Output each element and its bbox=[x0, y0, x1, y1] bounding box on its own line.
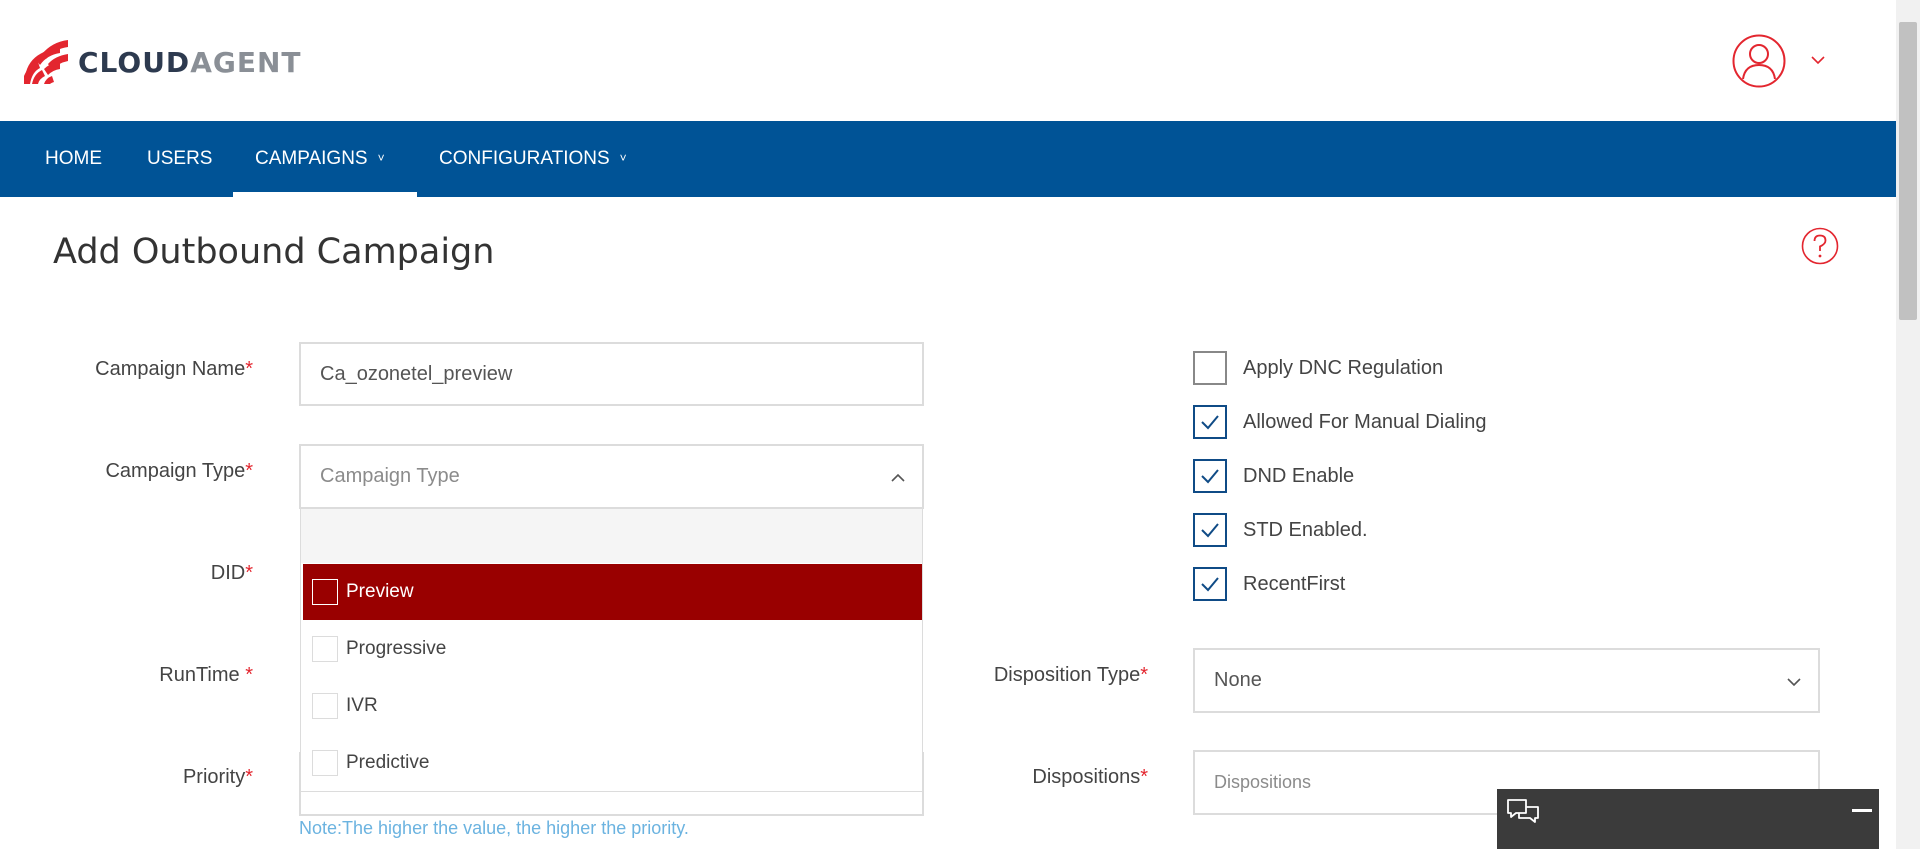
campaign-type-placeholder: Campaign Type bbox=[320, 465, 460, 487]
disposition-type-label-text: Disposition Type bbox=[993, 664, 1141, 686]
campaign-name-label-text: Campaign Name bbox=[95, 358, 246, 380]
checkbox-label: Allowed For Manual Dialing bbox=[1243, 410, 1487, 433]
checkbox-label: RecentFirst bbox=[1243, 572, 1346, 595]
required-asterisk: * bbox=[245, 664, 253, 686]
required-asterisk: * bbox=[245, 460, 253, 482]
checkmark-icon bbox=[1201, 577, 1219, 592]
checkbox-dnd-enable[interactable]: DND Enable bbox=[1193, 459, 1354, 493]
runtime-label: RunTime * bbox=[33, 664, 253, 687]
chat-bubbles-icon[interactable] bbox=[1505, 796, 1541, 832]
chevron-up-icon bbox=[891, 473, 905, 482]
user-avatar-icon[interactable] bbox=[1732, 34, 1786, 88]
checkbox-label: STD Enabled. bbox=[1243, 518, 1368, 541]
checkbox-std-enabled[interactable]: STD Enabled. bbox=[1193, 513, 1368, 547]
minimize-icon[interactable] bbox=[1852, 809, 1872, 812]
campaign-type-select[interactable]: Campaign Type bbox=[299, 444, 924, 509]
checkbox-checked[interactable] bbox=[1193, 567, 1227, 601]
priority-label: Priority* bbox=[33, 766, 253, 789]
checkbox-checked[interactable] bbox=[1193, 513, 1227, 547]
checkbox-label: Apply DNC Regulation bbox=[1243, 356, 1444, 379]
option-checkbox[interactable] bbox=[312, 579, 338, 605]
scrollbar-thumb[interactable] bbox=[1899, 22, 1917, 320]
chat-widget-bar[interactable] bbox=[1497, 789, 1879, 849]
checkmark-icon bbox=[1201, 523, 1219, 538]
option-label: IVR bbox=[346, 695, 378, 716]
campaign-name-value: Ca_ozonetel_preview bbox=[320, 362, 513, 385]
nav-active-indicator bbox=[233, 192, 417, 197]
header: CLOUDAGENT bbox=[0, 0, 1896, 121]
dropdown-search-field[interactable] bbox=[301, 509, 922, 563]
checkbox-recent-first[interactable]: RecentFirst bbox=[1193, 567, 1345, 601]
option-label: Preview bbox=[346, 581, 414, 602]
option-preview[interactable]: Preview bbox=[303, 564, 922, 620]
campaign-type-label-text: Campaign Type bbox=[105, 460, 246, 482]
option-predictive[interactable]: Predictive bbox=[303, 735, 922, 791]
option-checkbox[interactable] bbox=[312, 750, 338, 776]
checkmark-icon bbox=[1201, 415, 1219, 430]
option-label: Progressive bbox=[346, 638, 447, 659]
dispositions-placeholder: Dispositions bbox=[1214, 772, 1312, 792]
runtime-label-text: RunTime bbox=[159, 664, 246, 686]
campaign-type-label: Campaign Type* bbox=[33, 460, 253, 483]
brand-name-part1: CLOUD bbox=[78, 45, 191, 79]
chevron-down-icon: ˅ bbox=[377, 151, 385, 165]
campaign-name-input[interactable]: Ca_ozonetel_preview bbox=[299, 342, 924, 406]
brand-name-part2: AGENT bbox=[190, 45, 302, 79]
nav-campaigns[interactable]: CAMPAIGNS ˅ bbox=[255, 121, 385, 197]
nav-configurations[interactable]: CONFIGURATIONS ˅ bbox=[439, 121, 627, 197]
nav-home-label: HOME bbox=[45, 148, 102, 169]
page-title: Add Outbound Campaign bbox=[53, 232, 495, 272]
disposition-type-label: Disposition Type* bbox=[928, 664, 1148, 687]
chevron-down-icon: ˅ bbox=[619, 151, 627, 165]
nav-campaigns-label: CAMPAIGNS bbox=[255, 148, 368, 169]
campaign-type-dropdown: Preview Progressive IVR Predictive bbox=[300, 508, 923, 792]
logo-mark-icon bbox=[24, 40, 68, 84]
priority-note: Note:The higher the value, the higher th… bbox=[299, 818, 689, 838]
checkbox-checked[interactable] bbox=[1193, 459, 1227, 493]
checkbox-apply-dnc[interactable]: Apply DNC Regulation bbox=[1193, 351, 1443, 385]
option-checkbox[interactable] bbox=[312, 693, 338, 719]
required-asterisk: * bbox=[1140, 664, 1148, 686]
option-checkbox[interactable] bbox=[312, 636, 338, 662]
dispositions-label: Dispositions* bbox=[928, 766, 1148, 789]
dispositions-label-text: Dispositions bbox=[1032, 766, 1141, 788]
option-ivr[interactable]: IVR bbox=[303, 678, 922, 734]
main-nav: HOME USERS CAMPAIGNS ˅ CONFIGURATIONS ˅ bbox=[0, 121, 1896, 197]
required-asterisk: * bbox=[245, 766, 253, 788]
required-asterisk: * bbox=[245, 358, 253, 380]
chevron-down-icon bbox=[1787, 678, 1801, 687]
nav-users-label: USERS bbox=[147, 148, 213, 169]
disposition-type-select[interactable]: None bbox=[1193, 648, 1820, 713]
required-asterisk: * bbox=[1140, 766, 1148, 788]
priority-label-text: Priority bbox=[182, 766, 246, 788]
did-label-text: DID bbox=[210, 562, 246, 584]
cloudagent-logo[interactable]: CLOUDAGENT bbox=[22, 36, 302, 86]
checkbox-manual-dialing[interactable]: Allowed For Manual Dialing bbox=[1193, 405, 1486, 439]
required-asterisk: * bbox=[245, 562, 253, 584]
user-menu-chevron-down-icon[interactable] bbox=[1808, 50, 1828, 70]
disposition-type-value: None bbox=[1214, 669, 1262, 691]
brand-name: CLOUDAGENT bbox=[78, 46, 302, 79]
checkmark-icon bbox=[1201, 469, 1219, 484]
checkbox-unchecked[interactable] bbox=[1193, 351, 1227, 385]
option-progressive[interactable]: Progressive bbox=[303, 621, 922, 677]
help-question-icon[interactable] bbox=[1801, 227, 1839, 265]
nav-users[interactable]: USERS bbox=[147, 121, 212, 197]
checkbox-checked[interactable] bbox=[1193, 405, 1227, 439]
campaign-name-label: Campaign Name* bbox=[33, 358, 253, 381]
did-label: DID* bbox=[33, 562, 253, 585]
nav-configurations-label: CONFIGURATIONS bbox=[439, 148, 610, 169]
nav-home[interactable]: HOME bbox=[45, 121, 102, 197]
checkbox-label: DND Enable bbox=[1243, 464, 1355, 487]
option-label: Predictive bbox=[346, 752, 430, 773]
